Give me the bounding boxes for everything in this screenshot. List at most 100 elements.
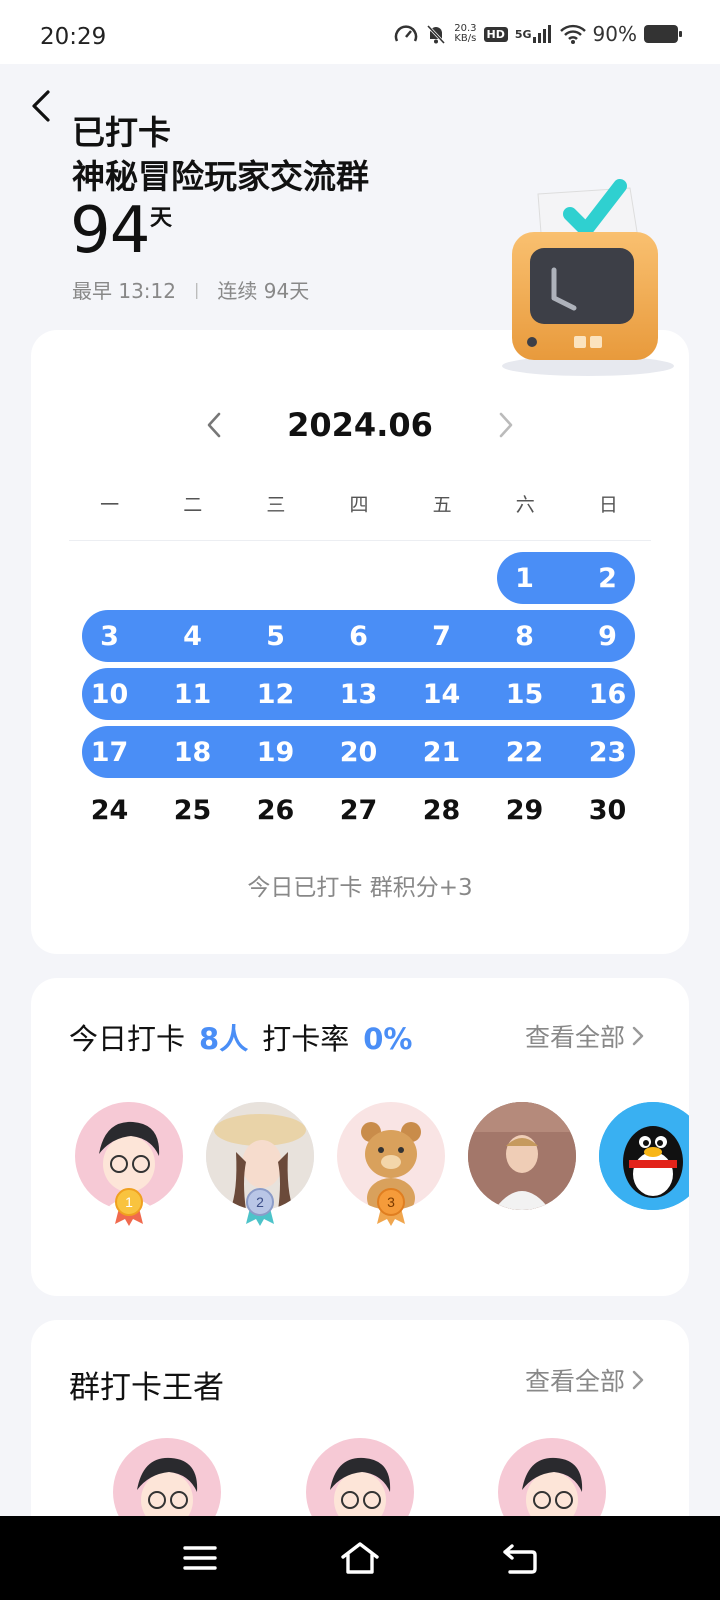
calendar-day-checked[interactable]: 9 [566,610,649,662]
view-all-label: 查看全部 [524,1023,625,1052]
net-speed: 20.3 KB/s [454,23,477,44]
calendar-day-checked[interactable]: 21 [400,726,483,778]
calendar-day[interactable]: 26 [234,784,317,836]
calendar-day[interactable]: 29 [483,784,566,836]
menu-icon [183,1546,217,1570]
weekday-label: 一 [100,494,120,516]
view-all-label: 查看全部 [524,1367,625,1396]
calendar-day-checked[interactable]: 17 [68,726,151,778]
return-icon [503,1544,537,1574]
calendar-day-checked[interactable]: 12 [234,668,317,720]
calendar-day-checked[interactable]: 7 [400,610,483,662]
meta-separator: | [194,280,200,299]
back-button[interactable] [22,86,62,126]
today-checkin-summary: 今日打卡 8人 打卡率 0% [69,1016,412,1058]
view-all-button[interactable]: 查看全部 [525,1018,645,1054]
checkin-clock-illustration [470,166,690,386]
today-checkin-avatars: 1 2 3 [75,1102,689,1242]
rank-number: 2 [256,1194,264,1210]
chevron-left-icon [32,90,50,122]
view-all-button[interactable]: 查看全部 [525,1362,645,1398]
calendar-day-checked[interactable]: 16 [566,668,649,720]
battery-icon [644,25,682,43]
chevron-right-icon [499,412,513,438]
calendar-day-checked[interactable]: 8 [483,610,566,662]
earliest-time: 最早 13:12 [72,279,176,303]
member-avatar[interactable]: 3 [337,1102,445,1232]
speedometer-icon [394,23,418,45]
weekday-label: 日 [598,494,618,516]
calendar-day[interactable]: 30 [566,784,649,836]
menu-button[interactable] [180,1538,220,1578]
weekday-label: 六 [515,494,535,516]
weekday-header: 一 二 三 四 五 六 日 [68,490,650,517]
calendar-day-checked[interactable]: 14 [400,668,483,720]
calendar-day-checked[interactable]: 22 [483,726,566,778]
calendar-day-checked[interactable]: 20 [317,726,400,778]
calendar-day-checked[interactable]: 23 [566,726,649,778]
calendar-day-checked[interactable]: 18 [151,726,234,778]
rank-number: 1 [125,1194,133,1210]
today-checkin-note: 今日已打卡 群积分+3 [247,875,473,901]
member-avatar[interactable]: 1 [75,1102,183,1232]
streak-days: 连续 94天 [217,279,310,303]
today-checkin-count: 8人 [199,1022,249,1056]
checkin-days: 94 [70,194,150,268]
battery-percent: 90% [592,22,637,46]
checkin-meta: 最早 13:12 | 连续 94天 [72,275,309,304]
weekday-label: 四 [349,494,369,516]
calendar-day-checked[interactable]: 4 [151,610,234,662]
today-checkin-label: 今日打卡 [69,1022,186,1056]
checkin-days-unit: 天 [150,206,173,231]
weekday-label: 三 [266,494,286,516]
calendar-day-checked[interactable]: 1 [483,552,566,604]
prev-month-button[interactable] [201,405,227,445]
calendar-day-checked[interactable]: 3 [68,610,151,662]
signal-icon: 5G [515,25,553,43]
mute-bell-icon [425,23,447,45]
rank-medal: 1 [113,1186,145,1226]
system-nav-bar [0,1516,720,1600]
group-name: 神秘冒险玩家交流群 [72,157,369,196]
status-icons: 20.3 KB/s HD 5G 90% [394,22,682,46]
hd-badge: HD [483,26,508,42]
month-switcher: 2024.06 [31,400,689,450]
calendar-day[interactable]: 27 [317,784,400,836]
wifi-icon [559,24,586,44]
page-title: 已打卡 [72,113,171,152]
checkin-rate-value: 0% [363,1022,413,1056]
calendar-day-checked[interactable]: 19 [234,726,317,778]
calendar-day-checked[interactable]: 5 [234,610,317,662]
home-button[interactable] [340,1538,380,1578]
back-nav-button[interactable] [500,1538,540,1578]
avatar [468,1102,576,1210]
calendar-day[interactable]: 28 [400,784,483,836]
home-icon [341,1542,379,1574]
checkin-king-title: 群打卡王者 [69,1370,224,1406]
calendar-day[interactable]: 24 [68,784,151,836]
next-month-button[interactable] [493,405,519,445]
member-avatar[interactable] [599,1102,689,1232]
rank-number: 3 [387,1194,395,1210]
today-checkin-card: 今日打卡 8人 打卡率 0% 查看全部 1 2 3 [31,978,689,1296]
checkin-rate-label: 打卡率 [262,1022,350,1056]
weekday-label: 五 [432,494,452,516]
chevron-right-icon [632,1370,644,1390]
calendar-day-checked[interactable]: 13 [317,668,400,720]
status-bar: 20:29 20.3 KB/s HD 5G 90% [0,0,720,64]
member-avatar[interactable]: 2 [206,1102,314,1232]
rank-medal: 3 [375,1186,407,1226]
member-avatar[interactable] [468,1102,576,1232]
status-time: 20:29 [40,24,107,50]
calendar-day-checked[interactable]: 10 [68,668,151,720]
calendar-day-checked[interactable]: 6 [317,610,400,662]
rank-medal: 2 [244,1186,276,1226]
calendar-divider [69,540,651,541]
chevron-right-icon [632,1026,644,1046]
calendar-day-checked[interactable]: 11 [151,668,234,720]
calendar-day-checked[interactable]: 2 [566,552,649,604]
calendar-day[interactable]: 25 [151,784,234,836]
calendar-card: 2024.06 一 二 三 四 五 六 日 1 2 3 4 5 6 7 8 9 10 11 12 13 1… [31,330,689,954]
month-label: 2024.06 [287,406,433,444]
calendar-day-checked[interactable]: 15 [483,668,566,720]
